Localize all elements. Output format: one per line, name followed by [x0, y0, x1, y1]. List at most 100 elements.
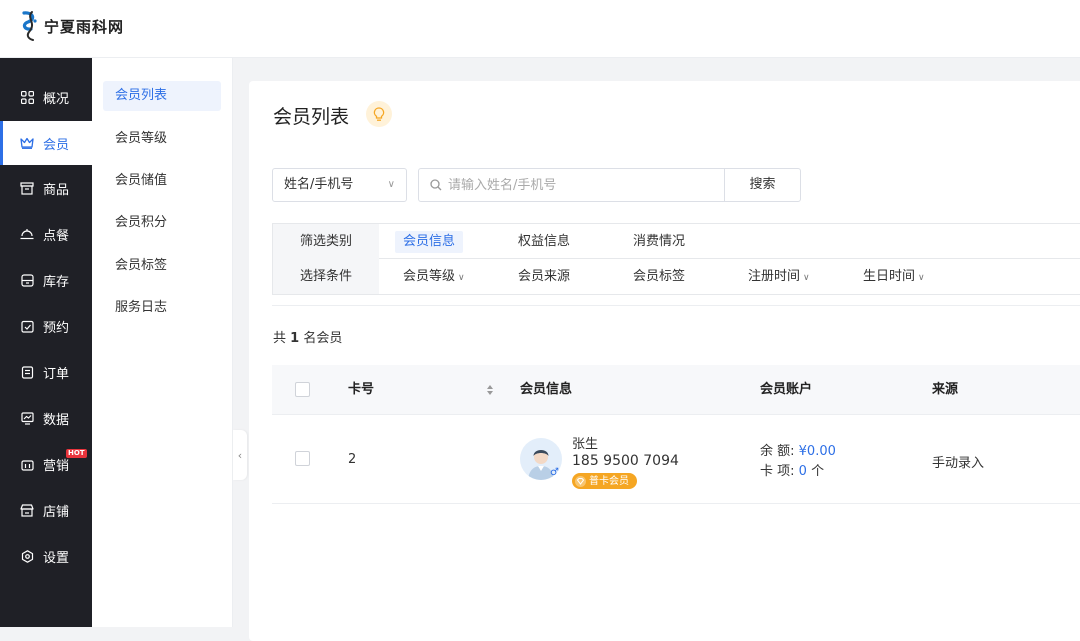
sidebar-item-label: 订单: [43, 366, 70, 382]
filter-condition-label: 选择条件: [273, 259, 379, 294]
order-icon: [20, 365, 34, 379]
sidebar-item-label: 会员: [43, 137, 70, 153]
sidebar-item-data[interactable]: 数据: [0, 396, 92, 440]
filter-category-row: 筛选类别 会员信息 权益信息 消费情况: [273, 224, 1080, 259]
column-member-account: 会员账户: [760, 382, 813, 397]
count-suffix: 名会员: [303, 331, 343, 346]
column-member-info: 会员信息: [520, 382, 573, 397]
chevron-down-icon: ∨: [803, 273, 810, 283]
sidebar-item-overview[interactable]: 概况: [0, 75, 92, 119]
filter-panel: 筛选类别 会员信息 权益信息 消费情况 选择条件 会员等级 ∨ 会员来源 会员标签…: [272, 223, 1080, 295]
brand-logo[interactable]: 宁夏雨科网: [18, 10, 124, 42]
select-all-checkbox[interactable]: [295, 382, 310, 397]
grid-icon: [20, 90, 34, 104]
member-name: 张生: [572, 437, 599, 452]
brand-name: 宁夏雨科网: [44, 17, 125, 36]
balance-label: 余 额:: [760, 444, 795, 459]
filter-member-tag[interactable]: 会员标签: [625, 266, 693, 288]
sidebar-item-label: 预约: [43, 320, 70, 336]
sidebar-item-ordering[interactable]: 点餐: [0, 212, 92, 256]
search-icon: [430, 179, 442, 191]
male-icon: ♂: [550, 467, 559, 478]
card-items-value[interactable]: 0: [799, 464, 807, 479]
search-type-select[interactable]: 姓名/手机号 ∨: [272, 168, 407, 202]
member-count: 共 1 名会员: [273, 327, 342, 346]
sidebar-item-label: 数据: [43, 412, 70, 428]
search-input[interactable]: [448, 177, 718, 193]
sidebar-item-label: 设置: [43, 550, 70, 566]
filter-category-label: 筛选类别: [273, 224, 379, 259]
search-type-value: 姓名/手机号: [284, 177, 354, 192]
subnav-item-member-list[interactable]: 会员列表: [103, 81, 221, 111]
search-field[interactable]: [418, 168, 725, 202]
column-source: 来源: [932, 382, 959, 397]
tip-button[interactable]: [366, 101, 392, 127]
card-items-label: 卡 项:: [760, 464, 795, 479]
column-card-no: 卡号: [348, 382, 375, 397]
sidebar-item-label: 店铺: [43, 504, 70, 520]
sidebar-item-marketing[interactable]: 营销 HOT: [0, 442, 92, 486]
chart-icon: [20, 411, 34, 425]
card-items-line: 卡 项: 0 个: [760, 460, 824, 479]
sidebar-item-settings[interactable]: 设置: [0, 534, 92, 578]
sidebar-item-label: 营销: [43, 458, 70, 474]
logo-icon: [22, 11, 37, 41]
sidebar-item-orders[interactable]: 订单: [0, 350, 92, 394]
sidebar-item-members[interactable]: 会员: [0, 121, 92, 165]
product-icon: [20, 181, 34, 195]
sort-icon[interactable]: [486, 384, 494, 396]
member-level-tag: 普卡会员: [572, 473, 637, 489]
balance-line: 余 额: ¥0.00: [760, 440, 836, 459]
sidebar-item-label: 点餐: [43, 228, 70, 244]
settings-icon: [20, 549, 34, 563]
dropdown-label: 注册时间: [748, 269, 801, 284]
diamond-icon: [575, 475, 586, 487]
filter-condition-row: 选择条件 会员等级 ∨ 会员来源 会员标签 注册时间 ∨ 生日时间 ∨: [273, 259, 1080, 294]
sidebar-item-label: 库存: [43, 274, 70, 290]
chevron-down-icon: ∨: [458, 273, 465, 283]
member-level-label: 普卡会员: [589, 475, 629, 487]
table-row[interactable]: 2 ♂ 张生 185 9500 7094 普卡会员 余 额: ¥0.00 卡 项…: [272, 415, 1080, 504]
filter-chip-member-info[interactable]: 会员信息: [395, 231, 464, 253]
chevron-down-icon: ∨: [918, 273, 925, 283]
subnav-item-member-points[interactable]: 会员积分: [103, 208, 221, 238]
member-subnav: 会员列表 会员等级 会员储值 会员积分 会员标签 服务日志: [92, 58, 233, 627]
sidebar-item-label: 商品: [43, 182, 70, 198]
subnav-item-member-stored-value[interactable]: 会员储值: [103, 166, 221, 196]
crown-icon: [20, 136, 34, 150]
lightbulb-icon: [373, 106, 385, 121]
inventory-icon: [20, 273, 34, 287]
table-header: 卡号 会员信息 会员账户 来源: [272, 365, 1080, 415]
sidebar-item-store[interactable]: 店铺: [0, 488, 92, 532]
count-value: 1: [290, 331, 300, 346]
top-bar: 宁夏雨科网: [0, 0, 1080, 58]
main-sidebar: 概况 会员 商品 点餐 库存 预约 订单 数据 营销 HOT 店铺 设置: [0, 58, 92, 627]
collapse-subnav-button[interactable]: ‹: [233, 430, 247, 480]
row-checkbox[interactable]: [295, 451, 310, 466]
page-title: 会员列表: [273, 106, 350, 128]
sidebar-item-booking[interactable]: 预约: [0, 304, 92, 348]
filter-chip-consumption[interactable]: 消费情况: [625, 231, 693, 253]
marketing-icon: [20, 457, 34, 471]
filter-birthday-dropdown[interactable]: 生日时间 ∨: [855, 266, 933, 288]
search-button[interactable]: 搜索: [724, 168, 801, 202]
subnav-item-service-log[interactable]: 服务日志: [103, 293, 221, 323]
filter-member-source[interactable]: 会员来源: [510, 266, 578, 288]
card-items-unit: 个: [811, 464, 825, 479]
chevron-down-icon: ∨: [387, 179, 395, 190]
card-number: 2: [348, 452, 357, 467]
filter-register-time-dropdown[interactable]: 注册时间 ∨: [740, 266, 818, 288]
balance-value[interactable]: ¥0.00: [799, 444, 836, 459]
subnav-item-member-tags[interactable]: 会员标签: [103, 251, 221, 281]
filter-member-level-dropdown[interactable]: 会员等级 ∨: [395, 266, 473, 288]
calendar-check-icon: [20, 319, 34, 333]
sidebar-item-products[interactable]: 商品: [0, 166, 92, 210]
sidebar-item-inventory[interactable]: 库存: [0, 258, 92, 302]
member-phone: 185 9500 7094: [572, 453, 679, 469]
subnav-item-member-levels[interactable]: 会员等级: [103, 124, 221, 154]
filter-chip-benefit-info[interactable]: 权益信息: [510, 231, 578, 253]
dropdown-label: 会员等级: [403, 269, 456, 284]
divider: [272, 305, 1080, 306]
sidebar-item-label: 概况: [43, 91, 70, 107]
member-source: 手动录入: [932, 456, 985, 471]
